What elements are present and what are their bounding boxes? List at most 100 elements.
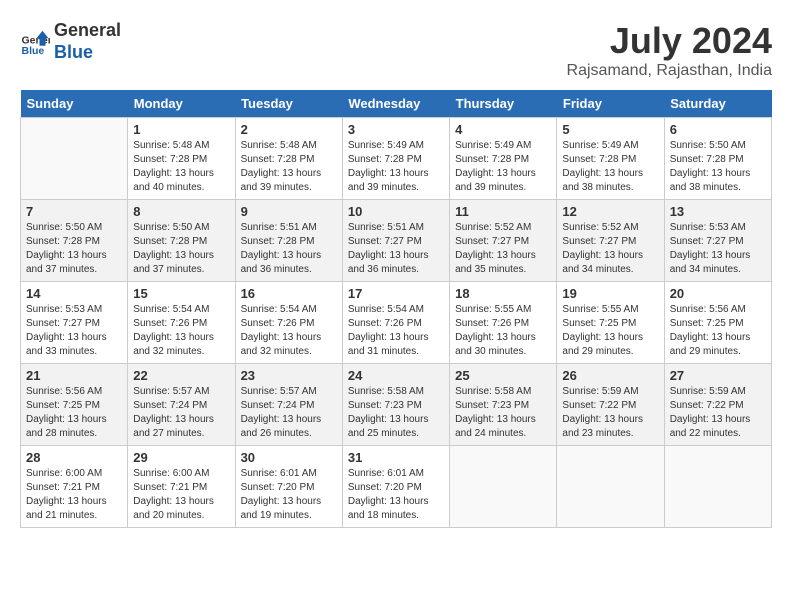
day-cell: 22Sunrise: 5:57 AM Sunset: 7:24 PM Dayli… [128,364,235,446]
day-info: Sunrise: 5:56 AM Sunset: 7:25 PM Dayligh… [26,385,122,441]
day-number: 27 [670,368,766,383]
day-cell: 11 Sunrise: 5:52 AM Sunset: 7:27 PM Dayli… [450,200,557,282]
day-info: Sunrise: 6:01 AM Sunset: 7:20 PM Dayligh… [348,467,444,523]
header-cell-wednesday: Wednesday [342,90,449,118]
day-number: 29 [133,450,229,465]
day-number: 11 [455,204,551,219]
day-info: Sunrise: 5:54 AM Sunset: 7:26 PM Dayligh… [241,303,337,359]
day-number: 3 [348,122,444,137]
day-info: Sunrise: 5:50 AM Sunset: 7:28 PM Dayligh… [26,221,122,277]
page-header: General Blue General Blue July 2024 Rajs… [20,20,772,80]
day-info: Sunrise: 5:50 AM Sunset: 7:28 PM Dayligh… [670,139,766,195]
calendar-table: SundayMondayTuesdayWednesdayThursdayFrid… [20,90,772,528]
day-info: Sunrise: 5:51 AM Sunset: 7:27 PM Dayligh… [348,221,444,277]
day-number: 14 [26,286,122,301]
header-cell-sunday: Sunday [21,90,128,118]
day-number: 4 [455,122,551,137]
day-cell: 5 Sunrise: 5:49 AM Sunset: 7:28 PM Daylig… [557,118,664,200]
day-cell: 9 Sunrise: 5:51 AM Sunset: 7:28 PM Daylig… [235,200,342,282]
logo: General Blue General Blue [20,20,121,63]
month-year: July 2024 [567,20,772,62]
day-info: Sunrise: 6:00 AM Sunset: 7:21 PM Dayligh… [26,467,122,523]
day-number: 13 [670,204,766,219]
day-cell: 31 Sunrise: 6:01 AM Sunset: 7:20 PM Dayli… [342,446,449,528]
day-number: 5 [562,122,658,137]
day-cell: 19 Sunrise: 5:55 AM Sunset: 7:25 PM Dayli… [557,282,664,364]
day-number: 10 [348,204,444,219]
day-number: 26 [562,368,658,383]
day-cell: 26Sunrise: 5:59 AM Sunset: 7:22 PM Dayli… [557,364,664,446]
day-cell: 8Sunrise: 5:50 AM Sunset: 7:28 PM Daylig… [128,200,235,282]
day-info: Sunrise: 5:51 AM Sunset: 7:28 PM Dayligh… [241,221,337,277]
day-cell: 18 Sunrise: 5:55 AM Sunset: 7:26 PM Dayli… [450,282,557,364]
day-info: Sunrise: 5:59 AM Sunset: 7:22 PM Dayligh… [670,385,766,441]
day-info: Sunrise: 6:00 AM Sunset: 7:21 PM Dayligh… [133,467,229,523]
header-cell-thursday: Thursday [450,90,557,118]
day-cell: 14 Sunrise: 5:53 AM Sunset: 7:27 PM Dayli… [21,282,128,364]
day-cell: 6Sunrise: 5:50 AM Sunset: 7:28 PM Daylig… [664,118,771,200]
day-cell: 3 Sunrise: 5:49 AM Sunset: 7:28 PM Daylig… [342,118,449,200]
day-info: Sunrise: 5:48 AM Sunset: 7:28 PM Dayligh… [133,139,229,195]
day-number: 15 [133,286,229,301]
day-number: 18 [455,286,551,301]
day-number: 7 [26,204,122,219]
day-cell: 20 Sunrise: 5:56 AM Sunset: 7:25 PM Dayli… [664,282,771,364]
header-row: SundayMondayTuesdayWednesdayThursdayFrid… [21,90,772,118]
header-cell-monday: Monday [128,90,235,118]
day-cell: 27 Sunrise: 5:59 AM Sunset: 7:22 PM Dayli… [664,364,771,446]
day-info: Sunrise: 5:53 AM Sunset: 7:27 PM Dayligh… [26,303,122,359]
day-cell: 15Sunrise: 5:54 AM Sunset: 7:26 PM Dayli… [128,282,235,364]
day-cell: 1 Sunrise: 5:48 AM Sunset: 7:28 PM Daylig… [128,118,235,200]
svg-text:Blue: Blue [22,45,45,57]
header-cell-saturday: Saturday [664,90,771,118]
day-cell: 17Sunrise: 5:54 AM Sunset: 7:26 PM Dayli… [342,282,449,364]
day-info: Sunrise: 5:48 AM Sunset: 7:28 PM Dayligh… [241,139,337,195]
day-number: 24 [348,368,444,383]
day-number: 28 [26,450,122,465]
week-row-1: 1 Sunrise: 5:48 AM Sunset: 7:28 PM Daylig… [21,118,772,200]
day-cell: 24 Sunrise: 5:58 AM Sunset: 7:23 PM Dayli… [342,364,449,446]
day-number: 9 [241,204,337,219]
day-info: Sunrise: 5:58 AM Sunset: 7:23 PM Dayligh… [348,385,444,441]
day-cell: 12Sunrise: 5:52 AM Sunset: 7:27 PM Dayli… [557,200,664,282]
day-info: Sunrise: 5:55 AM Sunset: 7:26 PM Dayligh… [455,303,551,359]
day-number: 12 [562,204,658,219]
day-cell: 23Sunrise: 5:57 AM Sunset: 7:24 PM Dayli… [235,364,342,446]
day-number: 19 [562,286,658,301]
day-cell [557,446,664,528]
day-number: 23 [241,368,337,383]
day-info: Sunrise: 5:52 AM Sunset: 7:27 PM Dayligh… [455,221,551,277]
day-info: Sunrise: 5:58 AM Sunset: 7:23 PM Dayligh… [455,385,551,441]
day-cell: 7 Sunrise: 5:50 AM Sunset: 7:28 PM Daylig… [21,200,128,282]
day-number: 1 [133,122,229,137]
day-cell: 13Sunrise: 5:53 AM Sunset: 7:27 PM Dayli… [664,200,771,282]
day-cell: 4 Sunrise: 5:49 AM Sunset: 7:28 PM Daylig… [450,118,557,200]
day-cell: 10 Sunrise: 5:51 AM Sunset: 7:27 PM Dayli… [342,200,449,282]
day-cell [450,446,557,528]
day-cell: 29 Sunrise: 6:00 AM Sunset: 7:21 PM Dayli… [128,446,235,528]
day-cell [664,446,771,528]
day-number: 25 [455,368,551,383]
day-info: Sunrise: 5:49 AM Sunset: 7:28 PM Dayligh… [348,139,444,195]
day-info: Sunrise: 5:56 AM Sunset: 7:25 PM Dayligh… [670,303,766,359]
day-number: 21 [26,368,122,383]
day-info: Sunrise: 5:54 AM Sunset: 7:26 PM Dayligh… [348,303,444,359]
day-info: Sunrise: 5:55 AM Sunset: 7:25 PM Dayligh… [562,303,658,359]
day-info: Sunrise: 5:50 AM Sunset: 7:28 PM Dayligh… [133,221,229,277]
day-info: Sunrise: 5:57 AM Sunset: 7:24 PM Dayligh… [133,385,229,441]
day-number: 31 [348,450,444,465]
day-number: 20 [670,286,766,301]
week-row-4: 21 Sunrise: 5:56 AM Sunset: 7:25 PM Dayli… [21,364,772,446]
week-row-3: 14 Sunrise: 5:53 AM Sunset: 7:27 PM Dayli… [21,282,772,364]
day-cell: 28 Sunrise: 6:00 AM Sunset: 7:21 PM Dayli… [21,446,128,528]
header-cell-tuesday: Tuesday [235,90,342,118]
week-row-5: 28 Sunrise: 6:00 AM Sunset: 7:21 PM Dayli… [21,446,772,528]
day-cell [21,118,128,200]
week-row-2: 7 Sunrise: 5:50 AM Sunset: 7:28 PM Daylig… [21,200,772,282]
title-block: July 2024 Rajsamand, Rajasthan, India [567,20,772,80]
day-info: Sunrise: 6:01 AM Sunset: 7:20 PM Dayligh… [241,467,337,523]
day-number: 16 [241,286,337,301]
location: Rajsamand, Rajasthan, India [567,62,772,80]
day-info: Sunrise: 5:49 AM Sunset: 7:28 PM Dayligh… [562,139,658,195]
day-info: Sunrise: 5:49 AM Sunset: 7:28 PM Dayligh… [455,139,551,195]
